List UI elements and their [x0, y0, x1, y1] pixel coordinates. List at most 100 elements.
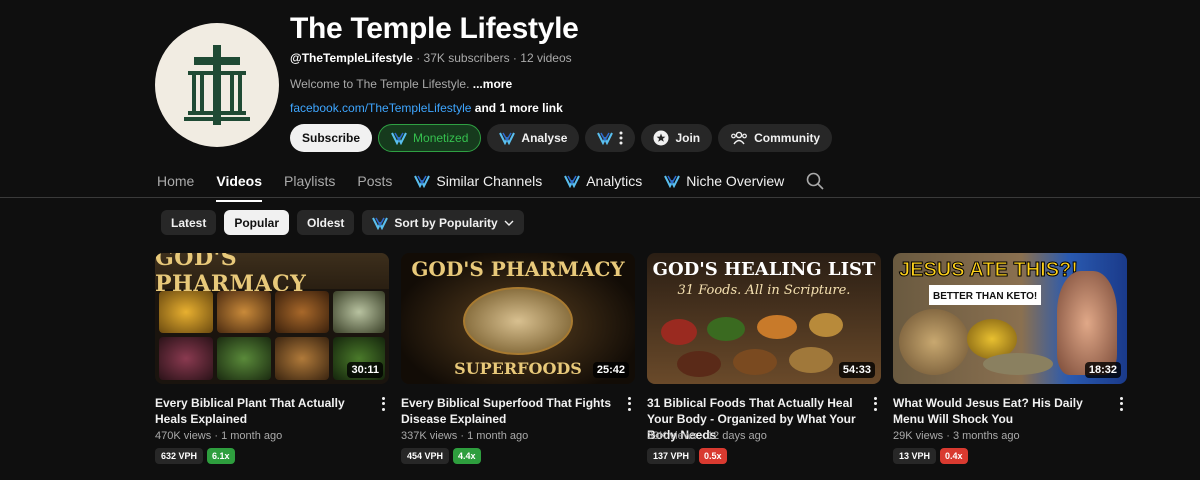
frankincense-image [217, 291, 271, 333]
vidiq-icon [597, 132, 614, 145]
vidiq-icon [414, 175, 431, 188]
bread-image [899, 309, 969, 375]
tab-analytics[interactable]: Analytics [564, 166, 642, 196]
upload-age: 1 month ago [467, 430, 529, 442]
tab-similar-channels[interactable]: Similar Channels [414, 166, 542, 196]
myrrh-image [275, 291, 329, 333]
tab-label: Similar Channels [436, 173, 543, 189]
meta-separator: · [700, 430, 704, 442]
tab-label: Videos [216, 173, 263, 189]
video-badges: 13 VPH 0.4x [893, 448, 968, 464]
join-button[interactable]: Join [641, 124, 713, 152]
oil-jar-image [159, 291, 213, 333]
tab-label: Home [157, 173, 195, 189]
view-count: 39K views [647, 430, 698, 442]
video-title[interactable]: Every Biblical Superfood That Fights Dis… [401, 395, 613, 427]
tab-playlists[interactable]: Playlists [284, 166, 335, 196]
video-badges: 632 VPH 6.1x [155, 448, 235, 464]
monetized-button[interactable]: Monetized [378, 124, 482, 152]
analyse-button[interactable]: Analyse [487, 124, 580, 152]
video-thumbnail[interactable]: JESUS ATE THIS?! BETTER THAN KETO! 18:32 [893, 253, 1127, 384]
video-thumbnail[interactable]: GOD'S PHARMACY SUPERFOODS 25:42 [401, 253, 635, 384]
more-links-text[interactable]: and 1 more link [475, 101, 563, 115]
greens-bowl-image [707, 317, 745, 341]
tab-label: Niche Overview [686, 173, 785, 189]
tabs-divider [0, 197, 1200, 198]
channel-actions: Subscribe Monetized Analyse Join Communi… [290, 124, 833, 152]
analyse-label: Analyse [521, 131, 568, 145]
temple-cross-logo [184, 45, 250, 125]
video-card[interactable]: GOD'S PHARMACY 30:11 Every Biblical Plan… [155, 253, 389, 464]
meta-separator: · [946, 430, 950, 442]
tab-label: Analytics [586, 173, 643, 189]
video-title[interactable]: Every Biblical Plant That Actually Heals… [155, 395, 367, 427]
dates-bowl-image [733, 349, 777, 375]
chip-label: Popular [234, 215, 280, 230]
video-stats: 470K views · 1 month ago [155, 430, 282, 442]
channel-avatar[interactable] [155, 23, 279, 147]
chip-label: Latest [171, 215, 207, 230]
vph-badge: 454 VPH [401, 448, 450, 464]
tab-label: Posts [357, 173, 393, 189]
outlier-badge: 0.5x [699, 448, 727, 464]
tab-label: Playlists [284, 173, 336, 189]
thumbnail-subtitle: BETTER THAN KETO! [933, 291, 1038, 302]
hyssop-image [333, 291, 385, 333]
video-duration: 30:11 [347, 362, 383, 378]
video-menu-icon[interactable] [1115, 396, 1127, 412]
channel-links: facebook.com/TheTempleLifestyle and 1 mo… [290, 101, 563, 115]
upload-age: 12 days ago [706, 430, 767, 442]
thumbnail-subtitle: SUPERFOODS [454, 359, 582, 378]
video-thumbnail[interactable]: GOD'S PHARMACY 30:11 [155, 253, 389, 384]
spice-bowl-image [757, 315, 797, 339]
sort-dropdown[interactable]: Sort by Popularity [362, 210, 524, 235]
fish-image [983, 353, 1053, 375]
channel-name: The Temple Lifestyle [290, 12, 579, 45]
subscribe-button[interactable]: Subscribe [290, 124, 373, 152]
video-duration: 18:32 [1084, 362, 1121, 378]
more-link[interactable]: ...more [473, 77, 512, 91]
mint-image [217, 337, 271, 380]
video-title[interactable]: What Would Jesus Eat? His Daily Menu Wil… [893, 395, 1105, 427]
subscriber-count: 37K subscribers [423, 51, 510, 65]
video-menu-icon[interactable] [869, 396, 881, 412]
subscribe-label: Subscribe [302, 131, 361, 145]
community-button[interactable]: Community [718, 124, 833, 152]
meta-separator: · [416, 51, 421, 65]
chevron-down-icon [504, 220, 514, 226]
thumbnail-title: GOD'S PHARMACY [411, 257, 625, 281]
tab-home[interactable]: Home [157, 166, 194, 196]
vidiq-icon [391, 132, 407, 145]
video-card[interactable]: GOD'S PHARMACY SUPERFOODS 25:42 Every Bi… [401, 253, 635, 464]
upload-age: 3 months ago [952, 430, 1020, 442]
vidiq-icon [664, 175, 681, 188]
tab-posts[interactable]: Posts [357, 166, 392, 196]
meta-separator: · [512, 51, 517, 65]
people-icon [731, 131, 748, 145]
chip-label: Oldest [307, 215, 345, 230]
chip-popular[interactable]: Popular [224, 210, 290, 235]
tab-videos[interactable]: Videos [216, 166, 263, 202]
channel-tabs: Home Videos Playlists Posts Similar Chan… [157, 166, 846, 202]
vidiq-more-button[interactable] [585, 124, 636, 152]
upload-age: 1 month ago [221, 430, 283, 442]
channel-handle: @TheTempleLifestyle [290, 51, 413, 65]
video-thumbnail[interactable]: GOD'S HEALING LIST 31 Foods. All in Scri… [647, 253, 881, 384]
vidiq-icon [499, 132, 516, 145]
channel-description[interactable]: Welcome to The Temple Lifestyle. ...more [290, 77, 512, 91]
video-badges: 454 VPH 4.4x [401, 448, 481, 464]
thumbnail-title: JESUS ATE THIS?! [899, 259, 1079, 282]
vidiq-icon [372, 217, 389, 230]
search-tab[interactable] [806, 166, 824, 196]
outlier-badge: 4.4x [453, 448, 481, 464]
tab-niche-overview[interactable]: Niche Overview [664, 166, 784, 196]
view-count: 29K views [893, 430, 944, 442]
pomegranate-bowl-image [661, 319, 697, 345]
video-menu-icon[interactable] [377, 396, 389, 412]
chip-oldest[interactable]: Oldest [297, 210, 355, 235]
facebook-link[interactable]: facebook.com/TheTempleLifestyle [290, 101, 471, 115]
video-card[interactable]: GOD'S HEALING LIST 31 Foods. All in Scri… [647, 253, 881, 464]
video-card[interactable]: JESUS ATE THIS?! BETTER THAN KETO! 18:32… [893, 253, 1127, 464]
video-menu-icon[interactable] [623, 396, 635, 412]
chip-latest[interactable]: Latest [161, 210, 217, 235]
